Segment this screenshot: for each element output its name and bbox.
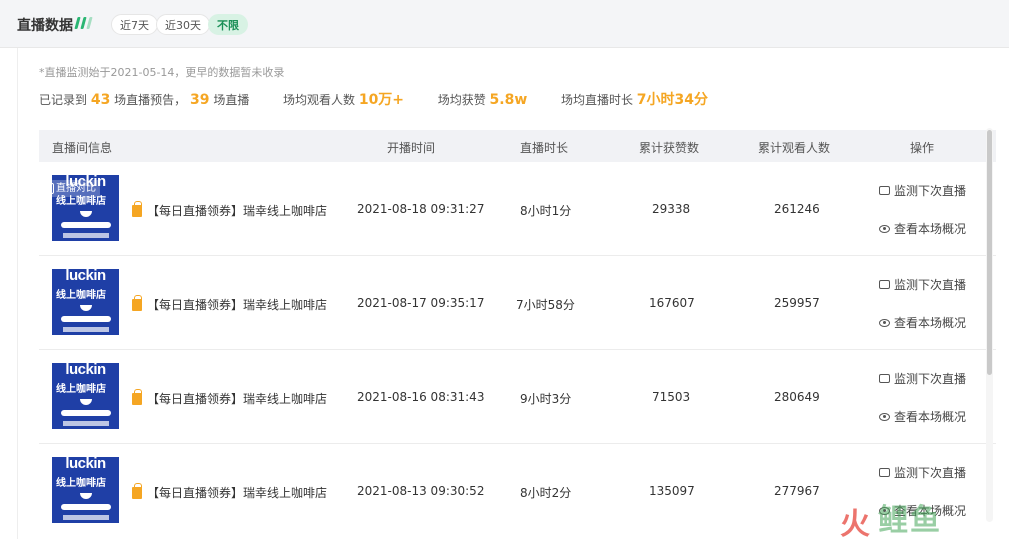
eye-icon (879, 412, 890, 421)
filter-7-days[interactable]: 近7天 (111, 14, 158, 35)
shopping-bag-icon (132, 389, 142, 405)
table-row[interactable]: luckin 线上咖啡店 【每日直播领券】瑞幸线上咖啡店直播 2021-08-1… (39, 256, 996, 350)
filter-30-days[interactable]: 近30天 (156, 14, 210, 35)
summary-prefix: 已记录到 (39, 93, 88, 107)
image-icon (879, 280, 890, 289)
room-thumbnail[interactable]: luckin 线上咖啡店 (52, 269, 119, 335)
start-time: 2021-08-13 09:30:52 (357, 484, 485, 498)
monitor-next-live-button[interactable]: 监测下次直播 (879, 370, 966, 387)
table-row[interactable]: luckin 线上咖啡店 【每日直播领券】瑞幸线上咖啡店直播 2021-08-1… (39, 350, 996, 444)
thumb-brand: luckin (65, 269, 106, 284)
room-thumbnail[interactable]: luckin 线上咖啡店 (52, 363, 119, 429)
monitor-next-live-button[interactable]: 监测下次直播 (879, 464, 966, 481)
title-decoration-icon (74, 17, 96, 29)
monitor-note: *直播监测始于2021-05-14，更早的数据暂未收录 (39, 66, 285, 79)
watermark-logo: 火 鲤鱼 (840, 495, 990, 539)
image-icon (879, 468, 890, 477)
room-title[interactable]: 【每日直播领券】瑞幸线上咖啡店直播 (147, 202, 327, 219)
live-suffix: 场直播 (213, 93, 250, 107)
start-time: 2021-08-16 08:31:43 (357, 390, 485, 404)
room-thumbnail[interactable]: luckin 线上咖啡店 (52, 457, 119, 523)
preview-count: 43 (90, 92, 111, 108)
likes: 167607 (649, 296, 695, 310)
live-data-card: *直播监测始于2021-05-14，更早的数据暂未收录 已记录到 43 场直播预… (17, 48, 1009, 539)
live-table: 直播间信息 开播时间 直播时长 累计获赞数 累计观看人数 操作 luckin 线… (39, 130, 996, 538)
compare-checkbox[interactable]: 直播对比 (40, 180, 100, 197)
avg-duration-label: 场均直播时长 (560, 93, 633, 107)
likes: 29338 (652, 202, 691, 216)
start-time: 2021-08-17 09:35:17 (357, 296, 485, 310)
preview-suffix: 场直播预告， (114, 93, 187, 107)
col-viewers: 累计观看人数 (758, 141, 831, 155)
avg-likes-label: 场均获赞 (437, 93, 486, 107)
shopping-bag-icon (132, 295, 142, 311)
image-icon (879, 374, 890, 383)
coffee-cup-icon (80, 493, 92, 499)
live-count: 39 (190, 92, 210, 108)
header: 直播数据 近7天 近30天 不限 (0, 0, 1009, 48)
view-overview-button[interactable]: 查看本场概况 (879, 408, 966, 425)
monitor-next-live-button[interactable]: 监测下次直播 (879, 182, 966, 199)
table-header: 直播间信息 开播时间 直播时长 累计获赞数 累计观看人数 操作 (39, 130, 996, 162)
col-likes: 累计获赞数 (639, 141, 700, 155)
avg-likes-value: 5.8w (489, 92, 528, 108)
thumb-brand: luckin (65, 363, 106, 378)
col-start-time: 开播时间 (387, 141, 436, 155)
coffee-cup-icon (80, 305, 92, 311)
room-title[interactable]: 【每日直播领券】瑞幸线上咖啡店直播 (147, 296, 327, 313)
watermark-text: 鲤鱼 (878, 503, 942, 538)
likes: 71503 (652, 390, 691, 404)
viewers: 261246 (774, 202, 820, 216)
eye-icon (879, 318, 890, 327)
scrollbar-thumb[interactable] (987, 130, 992, 375)
viewers: 277967 (774, 484, 820, 498)
thumb-sub: 线上咖啡店 (56, 290, 106, 301)
start-time: 2021-08-18 09:31:27 (357, 202, 485, 216)
shopping-bag-icon (132, 483, 142, 499)
summary-line: 已记录到 43 场直播预告， 39 场直播 场均观看人数 10万+ 场均获赞 5… (39, 89, 708, 109)
shopping-bag-icon (132, 201, 142, 217)
thumb-sub: 线上咖啡店 (56, 478, 106, 489)
viewers: 280649 (774, 390, 820, 404)
eye-icon (879, 224, 890, 233)
viewers: 259957 (774, 296, 820, 310)
duration: 8小时1分 (520, 204, 572, 218)
avg-duration-value: 7小时34分 (636, 92, 709, 108)
watermark-fire: 火 (840, 507, 870, 539)
likes: 135097 (649, 484, 695, 498)
view-overview-button[interactable]: 查看本场概况 (879, 220, 966, 237)
duration: 7小时58分 (516, 298, 575, 312)
avg-viewers-value: 10万+ (358, 92, 405, 108)
page-title: 直播数据 (17, 18, 73, 34)
filter-unlimited[interactable]: 不限 (208, 14, 248, 35)
coffee-cup-icon (80, 399, 92, 405)
avg-viewers-label: 场均观看人数 (282, 93, 355, 107)
room-title[interactable]: 【每日直播领券】瑞幸线上咖啡店直播 (147, 484, 327, 501)
col-duration: 直播时长 (520, 141, 569, 155)
thumb-sub: 线上咖啡店 (56, 384, 106, 395)
room-title[interactable]: 【每日直播领券】瑞幸线上咖啡店直播 (147, 390, 327, 407)
monitor-next-live-button[interactable]: 监测下次直播 (879, 276, 966, 293)
duration: 8小时2分 (520, 486, 572, 500)
thumb-brand: luckin (65, 457, 106, 472)
view-overview-button[interactable]: 查看本场概况 (879, 314, 966, 331)
coffee-cup-icon (80, 211, 92, 217)
col-actions: 操作 (910, 141, 935, 155)
table-row[interactable]: luckin 线上咖啡店 直播对比 【每日直播领券】瑞幸线上咖啡店直播 2021… (39, 162, 996, 256)
page: 直播数据 近7天 近30天 不限 *直播监测始于2021-05-14，更早的数据… (0, 0, 1009, 539)
col-room-info: 直播间信息 (52, 141, 113, 155)
duration: 9小时3分 (520, 392, 572, 406)
image-icon (879, 186, 890, 195)
